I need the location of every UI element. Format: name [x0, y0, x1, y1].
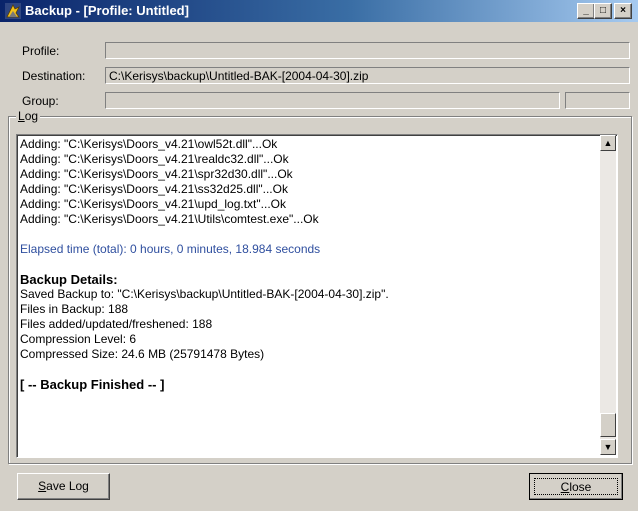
details-heading: Backup Details:	[20, 272, 118, 287]
log-line: Adding: "C:\Kerisys\Doors_v4.21\spr32d30…	[20, 167, 293, 181]
group-label: Group:	[22, 94, 59, 108]
minimize-button[interactable]: _	[577, 3, 595, 19]
detail-line: Saved Backup to: "C:\Kerisys\backup\Unti…	[20, 287, 389, 301]
destination-field: C:\Kerisys\backup\Untitled-BAK-[2004-04-…	[105, 67, 630, 84]
profile-label: Profile:	[22, 44, 60, 58]
detail-line: Files added/updated/freshened: 188	[20, 317, 213, 331]
scroll-up-icon[interactable]: ▲	[600, 135, 616, 151]
elapsed-time: Elapsed time (total): 0 hours, 0 minutes…	[20, 242, 321, 256]
log-scrollbar[interactable]: ▲ ▼	[600, 135, 616, 455]
log-line: Adding: "C:\Kerisys\Doors_v4.21\ss32d25.…	[20, 182, 288, 196]
detail-line: Compression Level: 6	[20, 332, 137, 346]
maximize-button[interactable]: □	[594, 3, 612, 19]
detail-line: Files in Backup: 188	[20, 302, 129, 316]
log-group-label: Log	[16, 109, 41, 123]
log-content: Adding: "C:\Kerisys\Doors_v4.21\owl52t.d…	[20, 137, 595, 392]
scroll-down-icon[interactable]: ▼	[600, 439, 616, 455]
scroll-thumb[interactable]	[600, 413, 616, 437]
window-title: Backup - [Profile: Untitled]	[25, 3, 189, 18]
backup-window: Backup - [Profile: Untitled] _ □ × Profi…	[0, 0, 638, 511]
close-button[interactable]: Close	[529, 473, 623, 500]
close-window-button[interactable]: ×	[614, 3, 632, 19]
save-log-button[interactable]: Save Log	[17, 473, 110, 500]
destination-label: Destination:	[22, 69, 86, 83]
backup-finished: [ -- Backup Finished -- ]	[20, 377, 165, 392]
log-line: Adding: "C:\Kerisys\Doors_v4.21\upd_log.…	[20, 197, 286, 211]
log-line: Adding: "C:\Kerisys\Doors_v4.21\owl52t.d…	[20, 137, 278, 151]
group-extra-field	[565, 92, 630, 109]
backup-app-icon	[5, 3, 21, 19]
title-bar[interactable]: Backup - [Profile: Untitled] _ □ ×	[0, 0, 638, 22]
log-line: Adding: "C:\Kerisys\Doors_v4.21\realdc32…	[20, 152, 289, 166]
detail-line: Compressed Size: 24.6 MB (25791478 Bytes…	[20, 347, 265, 361]
profile-field	[105, 42, 630, 59]
log-textarea[interactable]: Adding: "C:\Kerisys\Doors_v4.21\owl52t.d…	[16, 134, 618, 458]
group-field	[105, 92, 560, 109]
log-line: Adding: "C:\Kerisys\Doors_v4.21\Utils\co…	[20, 212, 319, 226]
